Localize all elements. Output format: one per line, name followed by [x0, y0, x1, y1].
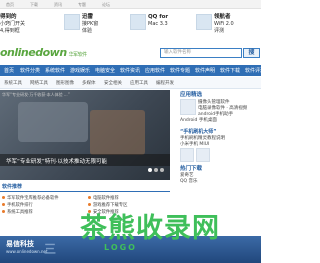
- sidebar: 应用精选 摄像头管理软件 电脑录像软件 · 高清视频 android手机助手 A…: [174, 90, 261, 190]
- list-header: 软件推荐: [0, 182, 170, 192]
- list-item[interactable]: 电脑软件推荐: [88, 195, 119, 201]
- banner-image-figure: [90, 110, 145, 155]
- carousel-dot[interactable]: [160, 168, 164, 172]
- carousel-dot[interactable]: [148, 168, 152, 172]
- ad-sub: 4,得到框: [0, 28, 20, 34]
- carousel-dot[interactable]: [154, 168, 158, 172]
- subnav-item[interactable]: 安全相关: [104, 80, 122, 86]
- ad-title: 得到的: [0, 14, 17, 20]
- list-item-label: 华军软件宝库推荐必备软件: [7, 196, 59, 201]
- sidebar-link[interactable]: Android 手机桌面: [180, 117, 217, 123]
- sidebar-title: 热门下载: [180, 166, 203, 172]
- list-item[interactable]: 华军软件宝库推荐必备软件: [2, 195, 59, 201]
- ad-item[interactable]: 领航者 WiFi 2.0 评测: [196, 14, 258, 35]
- topbar-link[interactable]: 首页: [6, 2, 14, 8]
- list-item[interactable]: 系统工具推荐: [2, 209, 33, 215]
- list-item-label: 电脑软件推荐: [93, 196, 119, 201]
- subnav-item[interactable]: 图形图像: [56, 80, 74, 86]
- logo-text: onlinedown: [0, 46, 67, 59]
- nav-item[interactable]: 软件声明: [195, 67, 215, 74]
- ad-item[interactable]: 得到的 小窍门开关 4,得到框: [0, 14, 58, 35]
- nav-item[interactable]: 系统软件: [45, 67, 65, 74]
- sub-nav: 系统工具 网络工具 图形图像 多媒体 安全相关 应用工具 编程开发: [0, 77, 261, 89]
- list-item-label: 系统工具推荐: [7, 210, 33, 215]
- topbar-link[interactable]: 下载: [30, 2, 38, 8]
- search-input[interactable]: 输入软件名称: [160, 48, 242, 58]
- bullet-icon: [2, 196, 5, 199]
- ad-sub: WiFi 2.0: [214, 21, 234, 27]
- topbar-link[interactable]: 专题: [78, 2, 86, 8]
- ad-strip: 得到的 小窍门开关 4,得到框 迅雷 接PK窗 体验 QQ for Mac 3.…: [0, 10, 261, 38]
- sidebar-link[interactable]: QQ 音乐: [180, 178, 198, 184]
- ad-title: 迅雷: [82, 14, 94, 20]
- app-icon[interactable]: [180, 99, 196, 115]
- app-icon[interactable]: [180, 148, 194, 162]
- subnav-item[interactable]: 编程开发: [156, 80, 174, 86]
- banner-caption-bar: 华军“专业研发”特刊·以技术推动无限可能: [0, 154, 170, 166]
- top-bar: 首页 下载 资讯 专题 论坛: [0, 0, 261, 9]
- ad-title: QQ for: [148, 14, 169, 20]
- ad-sub: 评测: [214, 28, 225, 34]
- nav-item[interactable]: 电脑安全: [95, 67, 115, 74]
- logo-cn: 华军软件: [68, 52, 88, 58]
- carousel-dots: [146, 157, 164, 176]
- banner-top-text: 华军“专业研发·万千收获·本人体验 ...”: [2, 92, 70, 97]
- footer-brand-sub: www.onlinedown.net: [6, 249, 48, 254]
- site-logo[interactable]: onlinedown 华军软件: [0, 46, 87, 59]
- nav-item[interactable]: 软件下载: [220, 67, 240, 74]
- watermark-sub: LOGO: [104, 243, 137, 252]
- list-item-label: 手机软件排行: [7, 203, 33, 208]
- subnav-item[interactable]: 网络工具: [30, 80, 48, 86]
- topbar-link[interactable]: 资讯: [54, 2, 62, 8]
- ad-item[interactable]: QQ for Mac 3.3: [130, 14, 192, 30]
- banner-caption: 华军“专业研发”特刊·以技术推动无限可能: [6, 159, 107, 165]
- topbar-link[interactable]: 论坛: [102, 2, 110, 8]
- ad-thumbnail: [64, 14, 80, 30]
- sidebar-title[interactable]: “手机刷机大师”: [180, 128, 217, 135]
- sidebar-title: 应用精选: [180, 92, 203, 98]
- subnav-item[interactable]: 多媒体: [82, 80, 96, 86]
- nav-item[interactable]: 游戏娱乐: [70, 67, 90, 74]
- nav-item[interactable]: 软件专题: [170, 67, 190, 74]
- ad-title: 领航者: [214, 14, 231, 20]
- ad-sub: Mac 3.3: [148, 21, 168, 27]
- main-nav: 首页 软件分类 系统软件 游戏娱乐 电脑安全 软件资讯 应用软件 软件专题 软件…: [0, 65, 265, 76]
- hero-banner[interactable]: 华军“专业研发·万千收获·本人体验 ...” 华军“专业研发”特刊·以技术推动无…: [0, 90, 170, 180]
- header: onlinedown 华军软件 输入软件名称 搜: [0, 42, 261, 62]
- bullet-icon: [88, 196, 91, 199]
- subnav-item[interactable]: 系统工具: [4, 80, 22, 86]
- nav-item[interactable]: 软件分类: [20, 67, 40, 74]
- nav-item[interactable]: 软件评测: [245, 67, 265, 74]
- ad-item[interactable]: 迅雷 接PK窗 体验: [64, 14, 124, 35]
- app-icon[interactable]: [196, 148, 210, 162]
- sidebar-link[interactable]: 小米手机 MIUI: [180, 141, 209, 147]
- ad-thumbnail: [130, 14, 146, 30]
- ad-sub: 小窍门开关: [0, 21, 26, 27]
- footer-brand: 易信科技: [6, 240, 34, 248]
- ad-thumbnail: [196, 14, 212, 30]
- nav-item[interactable]: 首页: [4, 67, 14, 74]
- list-item[interactable]: 手机软件排行: [2, 202, 33, 208]
- ad-sub: 体验: [82, 28, 93, 34]
- ad-sub: 接PK窗: [82, 21, 99, 27]
- nav-item[interactable]: 软件资讯: [120, 67, 140, 74]
- watermark-text: 茶熊收录网: [80, 213, 220, 244]
- subnav-item[interactable]: 应用工具: [130, 80, 148, 86]
- bullet-icon: [2, 203, 5, 206]
- search-button[interactable]: 搜: [243, 48, 260, 58]
- list-header-title: 软件推荐: [2, 184, 23, 190]
- bullet-icon: [2, 210, 5, 213]
- nav-item[interactable]: 应用软件: [145, 67, 165, 74]
- footer-cut-text: 三: [44, 242, 57, 256]
- banner-image-figure: [18, 102, 88, 142]
